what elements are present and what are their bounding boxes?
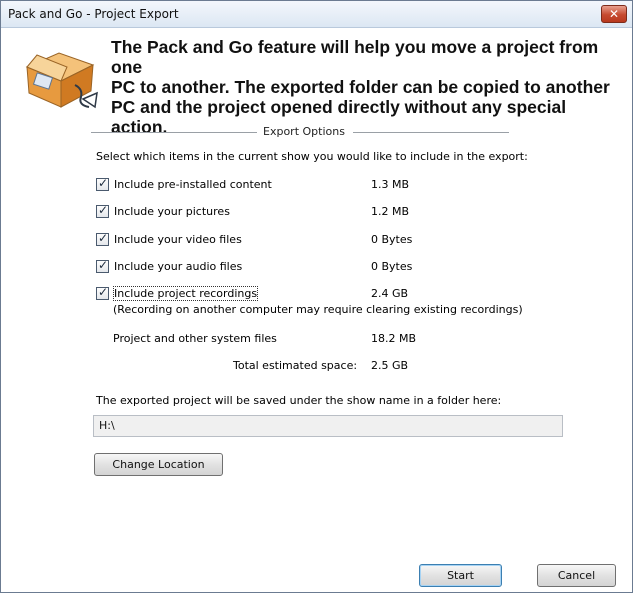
intro-line-3: PC and the project opened directly witho… [111, 97, 567, 137]
export-options-title: Export Options [263, 125, 345, 138]
project-recordings-checkbox[interactable]: ✓ [96, 285, 109, 300]
intro-text: The Pack and Go feature will help you mo… [111, 37, 611, 137]
change-location-button[interactable]: Change Location [94, 453, 223, 476]
system-files-label: Project and other system files [113, 332, 277, 345]
total-space-label: Total estimated space: [233, 359, 358, 372]
video-files-size: 0 Bytes [371, 233, 413, 246]
export-path-field[interactable]: H:\ [93, 415, 563, 437]
start-button[interactable]: Start [419, 564, 502, 587]
project-recordings-label[interactable]: Include project recordings [112, 286, 259, 301]
select-items-prompt: Select which items in the current show y… [96, 150, 528, 163]
preinstalled-content-checkbox[interactable]: ✓ [96, 176, 109, 191]
recordings-note: (Recording on another computer may requi… [113, 303, 523, 316]
cancel-button[interactable]: Cancel [537, 564, 616, 587]
checkmark-icon: ✓ [98, 285, 109, 299]
group-divider-right [353, 132, 509, 133]
preinstalled-content-size: 1.3 MB [371, 178, 410, 191]
package-box-icon [25, 52, 98, 109]
close-button[interactable]: ✕ [601, 5, 627, 23]
video-files-label[interactable]: Include your video files [114, 233, 242, 246]
checkmark-icon: ✓ [98, 176, 109, 190]
preinstalled-content-label[interactable]: Include pre-installed content [114, 178, 272, 191]
save-location-description: The exported project will be saved under… [96, 394, 502, 407]
pictures-size: 1.2 MB [371, 205, 410, 218]
total-space-size: 2.5 GB [371, 359, 409, 372]
window-title: Pack and Go - Project Export [8, 7, 179, 21]
system-files-size: 18.2 MB [371, 332, 417, 345]
intro-line-1: The Pack and Go feature will help you mo… [111, 37, 599, 77]
title-bar[interactable]: Pack and Go - Project Export ✕ [1, 1, 632, 28]
checkmark-icon: ✓ [98, 203, 109, 217]
audio-files-size: 0 Bytes [371, 260, 413, 273]
pack-and-go-dialog: Pack and Go - Project Export ✕ The Pack … [0, 0, 633, 593]
audio-files-label[interactable]: Include your audio files [114, 260, 242, 273]
checkmark-icon: ✓ [98, 231, 109, 245]
video-files-checkbox[interactable]: ✓ [96, 231, 109, 246]
audio-files-checkbox[interactable]: ✓ [96, 258, 109, 273]
group-divider-left [91, 132, 257, 133]
project-recordings-size: 2.4 GB [371, 287, 409, 300]
checkmark-icon: ✓ [98, 258, 109, 272]
intro-line-2: PC to another. The exported folder can b… [111, 77, 610, 97]
pictures-checkbox[interactable]: ✓ [96, 203, 109, 218]
pictures-label[interactable]: Include your pictures [114, 205, 230, 218]
